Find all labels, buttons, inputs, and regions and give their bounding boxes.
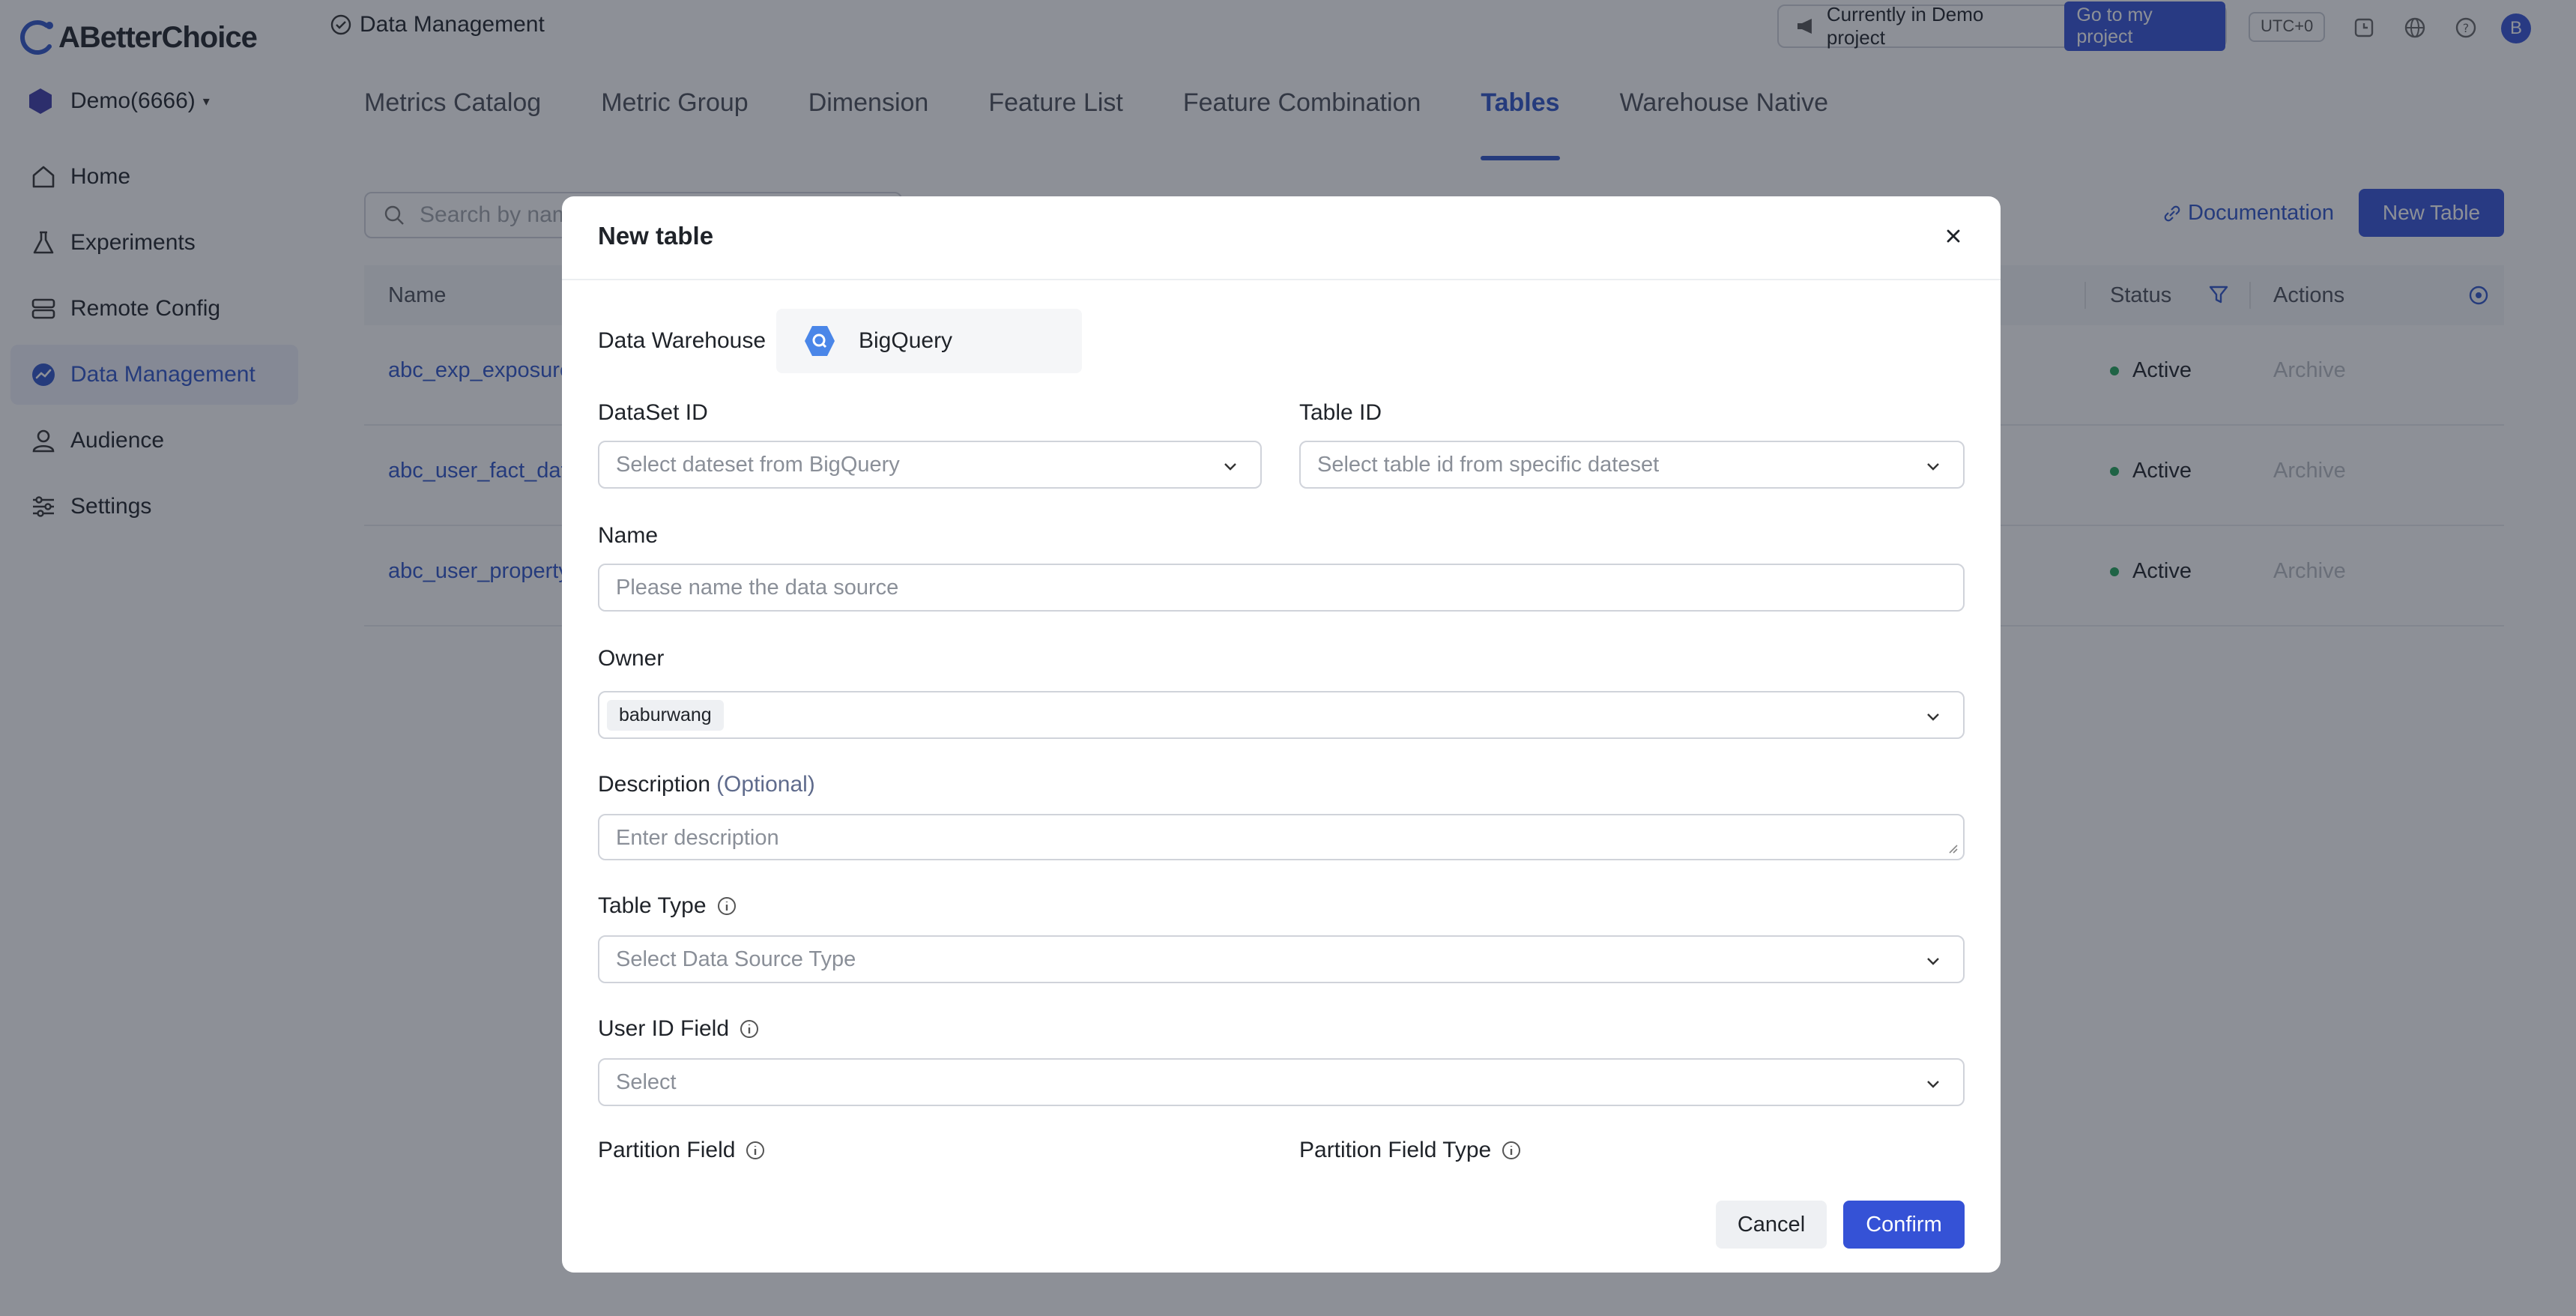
name-label: Name: [598, 523, 659, 548]
user-id-field-placeholder: Select: [616, 1069, 677, 1094]
info-icon[interactable]: [716, 895, 738, 917]
table-type-placeholder: Select Data Source Type: [616, 947, 856, 971]
data-warehouse-value: BigQuery: [776, 309, 1082, 373]
resize-handle-icon[interactable]: [1947, 842, 1959, 854]
user-id-field-label: User ID Field: [598, 1016, 761, 1042]
owner-select[interactable]: baburwang: [598, 691, 1965, 739]
user-id-field-select[interactable]: Select: [598, 1058, 1965, 1106]
partition-field-type-label: Partition Field Type: [1299, 1138, 1523, 1163]
owner-label: Owner: [598, 646, 665, 671]
dialog-header: New table: [562, 196, 2001, 280]
cancel-button[interactable]: Cancel: [1716, 1201, 1827, 1249]
user-id-field-label-text: User ID Field: [598, 1016, 730, 1041]
chevron-down-icon: [1224, 463, 1236, 471]
description-label: Description (Optional): [598, 772, 815, 797]
description-textarea[interactable]: Enter description: [598, 814, 1965, 860]
data-warehouse-label: Data Warehouse: [598, 328, 767, 353]
bigquery-icon: [805, 326, 835, 356]
optional-hint: (Optional): [716, 772, 815, 797]
data-warehouse-name: BigQuery: [859, 328, 953, 353]
chevron-down-icon: [1927, 1081, 1939, 1088]
dataset-id-label: DataSet ID: [598, 400, 708, 425]
info-icon[interactable]: [738, 1018, 761, 1040]
table-type-label: Table Type: [598, 893, 738, 919]
partition-field-label: Partition Field: [598, 1138, 767, 1163]
partition-field-label-text: Partition Field: [598, 1138, 736, 1162]
description-label-text: Description: [598, 772, 711, 797]
chevron-down-icon: [1927, 958, 1939, 965]
table-id-placeholder: Select table id from specific dateset: [1317, 452, 1660, 477]
dataset-id-select[interactable]: Select dateset from BigQuery: [598, 441, 1262, 489]
description-placeholder: Enter description: [616, 826, 779, 850]
name-input[interactable]: Please name the data source: [598, 564, 1965, 612]
name-placeholder: Please name the data source: [616, 575, 899, 600]
table-type-select[interactable]: Select Data Source Type: [598, 935, 1965, 983]
chevron-down-icon: [1927, 463, 1939, 471]
confirm-button[interactable]: Confirm: [1843, 1201, 1965, 1249]
new-table-dialog: New table Data Warehouse BigQuery DataSe…: [562, 196, 2001, 1273]
table-id-select[interactable]: Select table id from specific dateset: [1299, 441, 1965, 489]
chevron-down-icon: [1927, 713, 1939, 721]
dialog-title: New table: [598, 222, 714, 250]
table-type-label-text: Table Type: [598, 893, 707, 918]
table-id-label: Table ID: [1299, 400, 1382, 425]
info-icon[interactable]: [744, 1139, 767, 1162]
info-icon[interactable]: [1500, 1139, 1523, 1162]
close-icon[interactable]: [1942, 225, 1965, 247]
owner-tag: baburwang: [607, 699, 724, 731]
partition-field-type-label-text: Partition Field Type: [1299, 1138, 1492, 1162]
dataset-id-placeholder: Select dateset from BigQuery: [616, 452, 900, 477]
